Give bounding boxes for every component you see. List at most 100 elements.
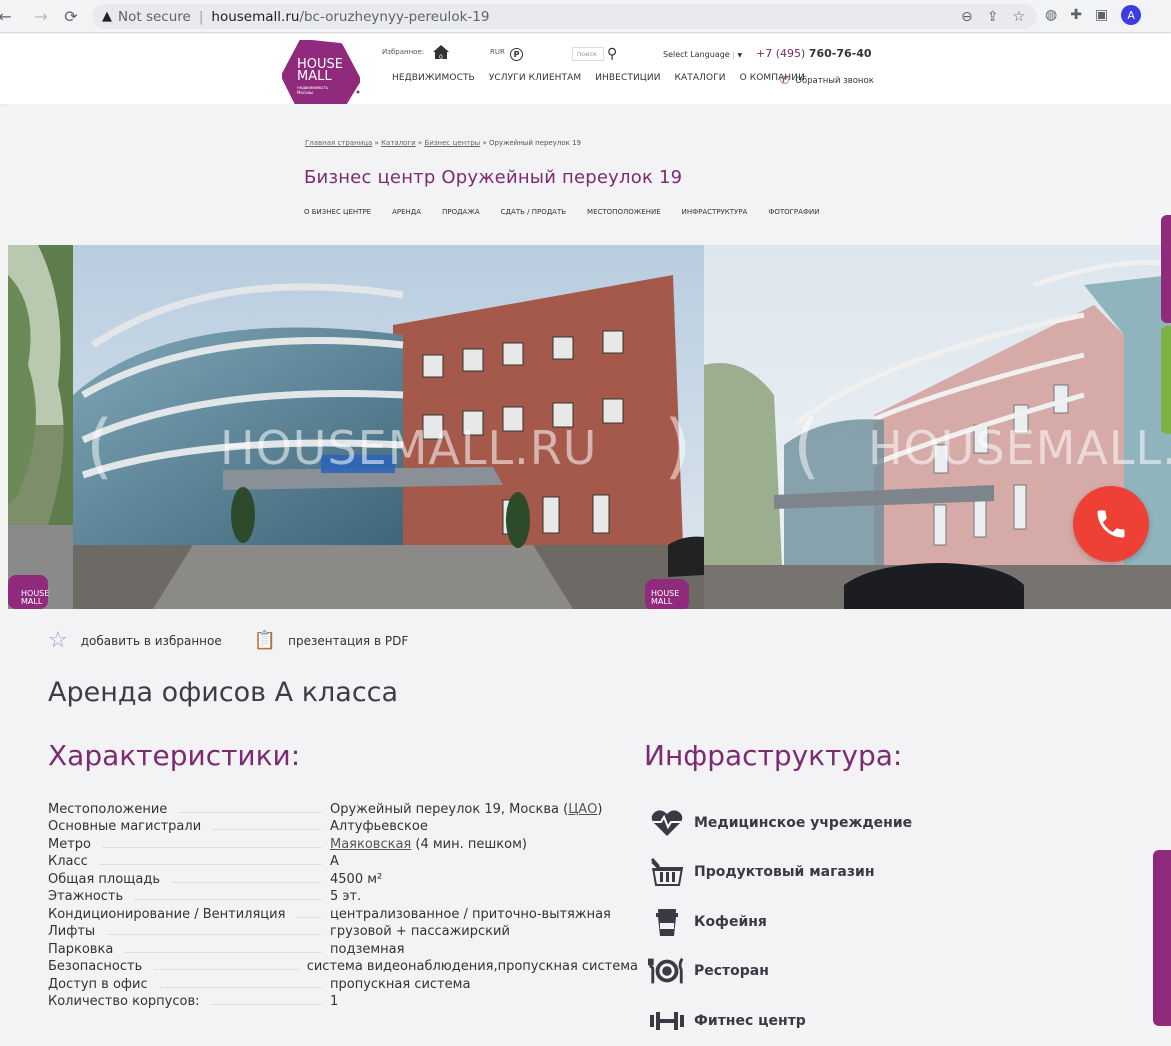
characteristic-value-suffix: ) xyxy=(597,801,603,817)
characteristic-row: Общая площадь 4500 м² xyxy=(48,869,638,887)
characteristic-value-text: А xyxy=(330,854,339,869)
sub-nav-photos[interactable]: ФОТОГРАФИИ xyxy=(768,208,819,216)
favorite-star-icon[interactable]: ☆ xyxy=(48,628,68,653)
characteristic-label-cell: Кондиционирование / Вентиляция xyxy=(48,907,330,922)
characteristic-value-text: 1 xyxy=(330,994,339,1009)
clipboard-icon[interactable]: 📋 xyxy=(254,630,276,651)
list-item: Медицинское учреждение xyxy=(648,798,912,848)
pdf-presentation-link[interactable]: презентация в PDF xyxy=(288,634,408,648)
breadcrumb-home[interactable]: Главная страница xyxy=(305,139,372,147)
side-tab-feedback[interactable] xyxy=(1153,850,1171,1026)
nav-item-realty[interactable]: НЕДВИЖИМОСТЬ xyxy=(392,73,475,83)
side-tab-purple[interactable] xyxy=(1161,215,1171,323)
infra-label: Продуктовый магазин xyxy=(694,864,875,881)
dotted-leader xyxy=(172,881,322,883)
characteristic-value: грузовой + пассажирский xyxy=(330,924,510,939)
phone-icon xyxy=(1097,510,1125,538)
url-host: housemall.ru xyxy=(211,8,300,25)
reload-icon[interactable]: ⟳ xyxy=(60,5,82,27)
add-to-favorites-link[interactable]: добавить в избранное xyxy=(81,634,222,648)
characteristic-label-cell: Класс xyxy=(48,854,330,869)
phone-prefix: +7 (495) xyxy=(756,47,806,60)
dotted-leader xyxy=(154,969,299,970)
search-icon[interactable]: ⚲ xyxy=(607,46,617,62)
zoom-icon[interactable]: ⊖ xyxy=(961,9,973,25)
nav-item-investments[interactable]: ИНВЕСТИЦИИ xyxy=(595,73,660,83)
gallery-prev-arrow-icon[interactable]: ( xyxy=(86,405,113,487)
sub-nav-infrastructure[interactable]: ИНФРАСТРУКТУРА xyxy=(682,208,748,216)
characteristic-link[interactable]: Маяковская xyxy=(330,837,411,852)
characteristic-label-cell: Количество корпусов: xyxy=(48,994,330,1009)
characteristic-value: пропускная система xyxy=(330,977,470,992)
sub-nav-rent[interactable]: АРЕНДА xyxy=(392,208,421,216)
characteristic-label-cell: Основные магистрали xyxy=(48,819,330,834)
forward-arrow-icon[interactable]: → xyxy=(30,5,52,27)
characteristic-link[interactable]: ЦАО xyxy=(568,802,597,817)
gallery-badge-logo: HOUSE MALL xyxy=(21,589,50,606)
characteristic-value: 5 эт. xyxy=(330,889,361,904)
characteristic-row: Класс А xyxy=(48,852,638,869)
property-actions: ☆ добавить в избранное 📋 презентация в P… xyxy=(48,628,408,653)
characteristic-value-text: 5 эт. xyxy=(330,889,362,904)
bookmark-star-icon[interactable]: ☆ xyxy=(1012,9,1025,25)
characteristic-label: Количество корпусов: xyxy=(48,994,200,1009)
characteristic-label: Класс xyxy=(48,854,88,869)
language-dropdown-arrow: ▼ xyxy=(737,52,743,59)
characteristic-label: Безопасность xyxy=(48,959,143,974)
sub-nav-location[interactable]: МЕСТОПОЛОЖЕНИЕ xyxy=(587,208,661,216)
characteristic-value: централизованное / приточно-вытяжная xyxy=(330,907,611,922)
dotted-leader xyxy=(297,916,322,918)
characteristic-label-cell: Доступ в офис xyxy=(48,977,330,992)
back-arrow-icon[interactable]: ← xyxy=(0,5,16,27)
extensions-puzzle-icon[interactable]: ✚ xyxy=(1070,7,1082,23)
characteristic-label: Общая площадь xyxy=(48,871,161,887)
characteristic-value: Маяковская (4 мин. пешком) xyxy=(330,837,527,852)
gallery-next-arrow-icon[interactable]: ) xyxy=(664,405,691,487)
profile-avatar[interactable]: A xyxy=(1121,5,1142,25)
address-bar[interactable]: ▲ Not secure | housemall.ru/bc-oruzheyny… xyxy=(92,4,1037,29)
favorites-label: Избранное: xyxy=(382,48,425,56)
callback-link[interactable]: ✆ Обратный звонок xyxy=(780,74,874,87)
share-icon[interactable]: ⇪ xyxy=(987,9,999,25)
dotted-leader xyxy=(107,934,322,935)
sub-nav-sale[interactable]: ПРОДАЖА xyxy=(442,208,480,216)
nav-item-services[interactable]: УСЛУГИ КЛИЕНТАМ xyxy=(489,73,581,83)
characteristic-row: Метро Маяковская (4 мин. пешком) xyxy=(48,834,638,852)
callback-label: Обратный звонок xyxy=(795,75,874,86)
dotted-leader xyxy=(103,846,322,848)
infra-label: Кофейня xyxy=(694,913,767,930)
characteristic-value: 4500 м² xyxy=(330,872,382,887)
side-tab-green[interactable] xyxy=(1161,326,1171,434)
breadcrumb-catalogs[interactable]: Каталоги xyxy=(381,139,416,147)
breadcrumb-business-centers[interactable]: Бизнес центры xyxy=(424,139,480,147)
browser-toolbar: ← → ⟳ ▲ Not secure | housemall.ru/bc-oru… xyxy=(0,0,1171,33)
characteristic-value: 1 xyxy=(330,994,338,1009)
call-button[interactable] xyxy=(1073,486,1149,562)
infra-label: Фитнес центр xyxy=(694,1012,806,1029)
characteristic-value-text: грузовой + пассажирский xyxy=(330,924,510,939)
characteristic-value: подземная xyxy=(330,942,404,957)
logo-text: HOUSE MALL недвижимость Москвы xyxy=(297,58,343,95)
gallery-photo-prev[interactable] xyxy=(8,245,73,609)
site-header: HOUSE MALL недвижимость Москвы Избранное… xyxy=(0,34,1171,110)
characteristic-row: Безопасность система видеонаблюдения,проп… xyxy=(48,957,638,974)
search-input[interactable]: поиск xyxy=(572,47,604,61)
side-panel-icon[interactable]: ▣ xyxy=(1095,7,1108,23)
list-item: Продуктовый магазин xyxy=(648,848,912,898)
ruble-icon[interactable]: Р xyxy=(510,48,523,61)
nav-item-catalogs[interactable]: КАТАЛОГИ xyxy=(675,73,726,83)
sub-nav-about[interactable]: О БИЗНЕС ЦЕНТРЕ xyxy=(304,208,371,216)
sub-nav-list[interactable]: СДАТЬ / ПРОДАТЬ xyxy=(501,208,566,216)
characteristic-value-text: пропускная система xyxy=(330,976,471,992)
rent-heading: Аренда офисов А класса xyxy=(48,677,399,708)
photo-gallery[interactable]: HOUSEMALL.RU HOUSEMALL.RU ( ) ( HOUSE MA… xyxy=(8,245,1171,609)
language-select[interactable]: Select Language | ▼ xyxy=(663,50,742,59)
gallery-next-arrow-right-icon[interactable]: ( xyxy=(793,405,820,487)
phone-number[interactable]: +7 (495) 760-76-40 xyxy=(756,47,872,60)
characteristic-label: Основные магистрали xyxy=(48,819,202,834)
extension-globe-icon[interactable]: ◍ xyxy=(1045,7,1057,23)
dotted-leader xyxy=(125,951,322,953)
gallery-watermark-right: HOUSEMALL.RU xyxy=(868,421,1171,475)
characteristic-label: Доступ в офис xyxy=(48,976,148,992)
characteristic-value: система видеонаблюдения,пропускная систе… xyxy=(307,959,638,974)
